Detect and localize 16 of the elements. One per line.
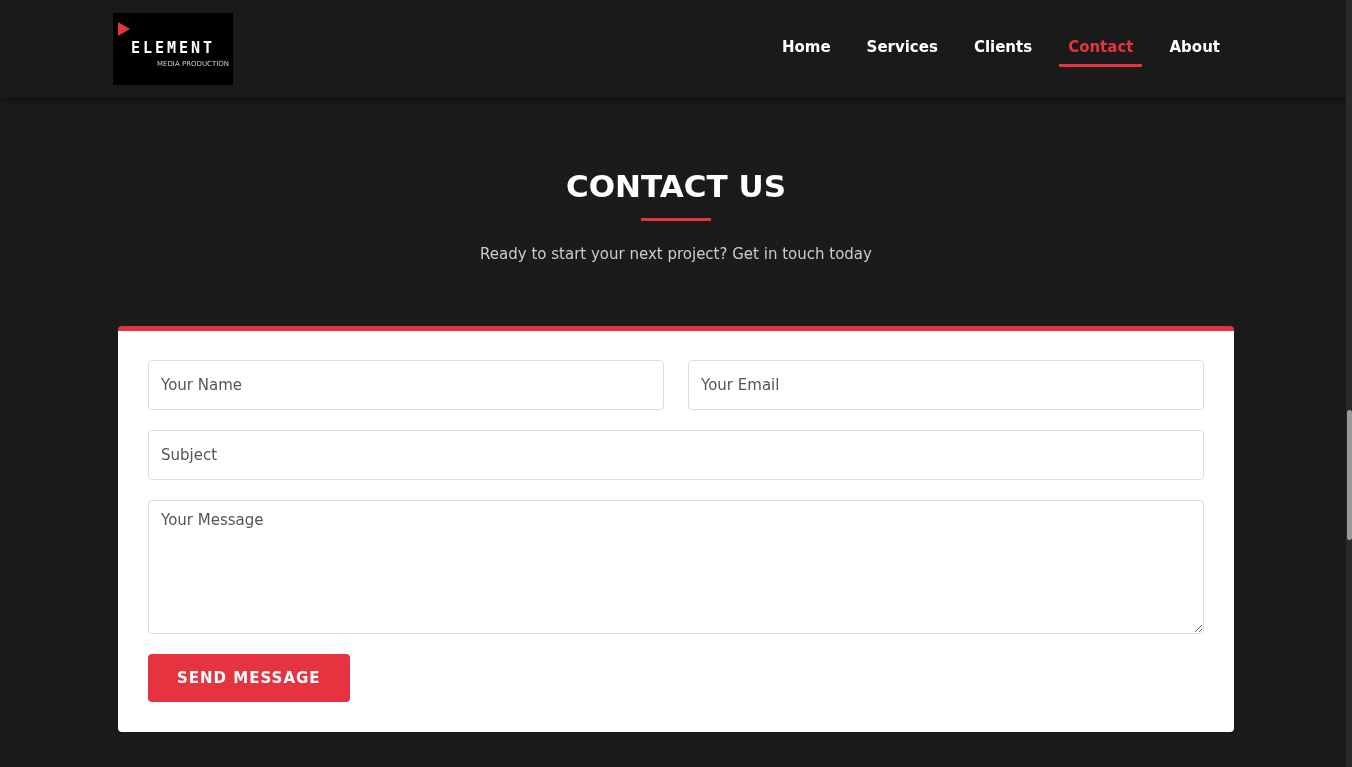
name-field[interactable]: Your Name <box>148 360 664 410</box>
nav-link[interactable]: Clients <box>964 31 1042 67</box>
page-heading: CONTACT US <box>566 168 786 204</box>
heading-underline <box>641 218 711 221</box>
message-field[interactable]: Your Message <box>148 500 1204 634</box>
nav-link[interactable]: Services <box>857 31 947 67</box>
send-message-button[interactable]: SEND MESSAGE <box>148 654 350 702</box>
scrollbar-thumb[interactable] <box>1347 410 1352 540</box>
nav-link[interactable]: Home <box>772 31 840 67</box>
nav-link[interactable]: Contact <box>1059 31 1143 67</box>
page-subtitle: Ready to start your next project? Get in touch today <box>480 245 872 263</box>
email-field[interactable]: Your Email <box>688 360 1204 410</box>
nav-link[interactable]: About <box>1160 31 1229 67</box>
logo-name: ELEMENT <box>130 38 216 57</box>
scrollbar[interactable] <box>1346 0 1352 767</box>
subject-field[interactable]: Subject <box>148 430 1204 480</box>
